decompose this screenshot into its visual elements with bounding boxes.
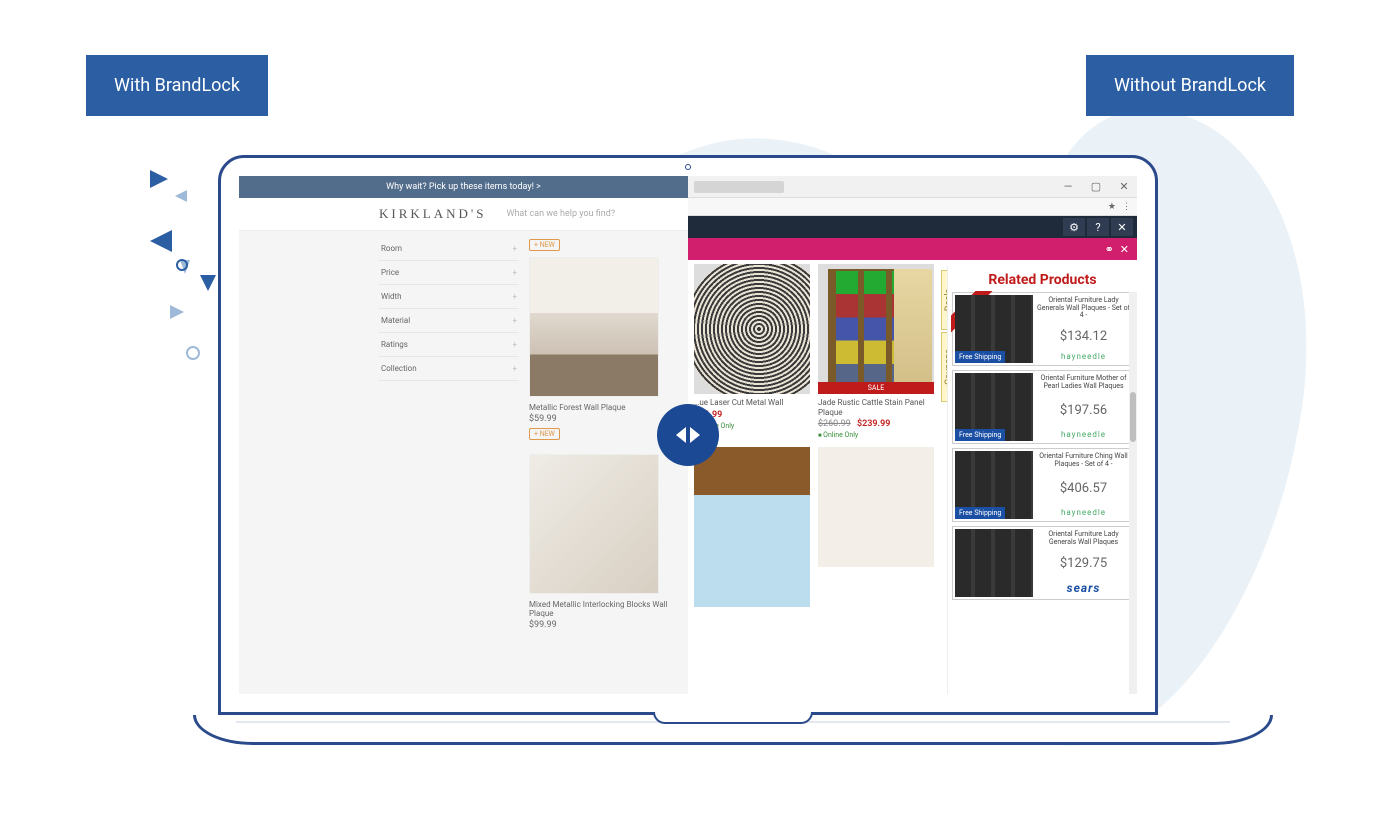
related-item[interactable]: Oriental Furniture Lady Generals Wall Pl…: [952, 526, 1133, 600]
shop-header: KIRKLAND'S What can we help you find?: [239, 198, 688, 231]
product-price: $239.99: [857, 419, 890, 429]
with-brandlock-label: With BrandLock: [86, 55, 268, 116]
product-price: $59.99: [529, 414, 678, 424]
related-item[interactable]: Best Value Oriental Furniture Lady Gener…: [952, 292, 1133, 366]
related-store: hayneedle: [1037, 508, 1130, 517]
related-thumb: [955, 529, 1033, 597]
link-icon[interactable]: ⚭: [1105, 243, 1114, 256]
filter-row[interactable]: Room+: [379, 237, 519, 261]
related-title: Oriental Furniture Ching Wall Plaques - …: [1037, 453, 1130, 468]
free-shipping-badge: Free Shipping: [955, 507, 1005, 519]
shop-logo[interactable]: KIRKLAND'S: [379, 206, 486, 222]
adware-extension-bar: ⚙ ? ✕: [688, 216, 1137, 238]
filter-row[interactable]: Ratings+: [379, 333, 519, 357]
filter-row[interactable]: Material+: [379, 309, 519, 333]
star-icon[interactable]: ★: [1108, 202, 1116, 212]
adware-pink-bar: ⚭ ✕: [688, 238, 1137, 260]
related-item[interactable]: Oriental Furniture Ching Wall Plaques - …: [952, 448, 1133, 522]
injected-related-sidebar: Related Products Best Value Oriental Fur…: [947, 266, 1137, 694]
related-store: hayneedle: [1037, 430, 1130, 439]
filter-row[interactable]: Collection+: [379, 357, 519, 381]
related-title: Oriental Furniture Lady Generals Wall Pl…: [1037, 297, 1130, 320]
browser-titlebar: — ▢ ✕: [688, 176, 1137, 198]
search-input[interactable]: What can we help you find?: [506, 209, 615, 219]
help-icon[interactable]: ?: [1087, 218, 1109, 236]
related-store: sears: [1037, 581, 1130, 595]
related-title: Oriental Furniture Lady Generals Wall Pl…: [1037, 531, 1130, 546]
laptop-notch: [653, 712, 813, 724]
product-title: Jade Rustic Cattle Stain Panel Plaque: [818, 398, 934, 417]
product-price: $99.99: [529, 620, 678, 630]
product-title: Metallic Forest Wall Plaque: [529, 403, 678, 412]
new-chip: + NEW: [529, 239, 560, 251]
product-card[interactable]: SALE Jade Rustic Cattle Stain Panel Plaq…: [818, 264, 934, 439]
without-brandlock-label: Without BrandLock: [1086, 55, 1294, 116]
browser-url-bar[interactable]: ★ ⋮: [688, 198, 1137, 216]
related-price: $129.75: [1037, 556, 1130, 571]
filter-row[interactable]: Width+: [379, 285, 519, 309]
promo-bar[interactable]: Why wait? Pick up these items today! >: [239, 176, 688, 198]
free-shipping-badge: Free Shipping: [955, 351, 1005, 363]
free-shipping-badge: Free Shipping: [955, 429, 1005, 441]
product-title: …ue Laser Cut Metal Wall: [694, 398, 810, 408]
comparison-slider-handle[interactable]: [657, 404, 719, 466]
laptop-frame: Why wait? Pick up these items today! > K…: [193, 155, 1183, 745]
chevron-right-icon: [690, 427, 700, 443]
product-card[interactable]: …ue Laser Cut Metal Wall $66.99 Online O…: [694, 264, 810, 439]
close-button[interactable]: ✕: [1117, 180, 1131, 193]
laptop-camera: [685, 164, 691, 170]
product-image[interactable]: [529, 257, 659, 397]
with-brandlock-view: Why wait? Pick up these items today! > K…: [239, 176, 688, 694]
product-strike-price: $260.99: [818, 419, 851, 429]
related-price: $406.57: [1037, 481, 1130, 496]
related-price: $134.12: [1037, 329, 1130, 344]
close-icon[interactable]: ✕: [1111, 218, 1133, 236]
close-icon[interactable]: ✕: [1120, 243, 1129, 256]
new-chip: + NEW: [529, 428, 560, 440]
related-price: $197.56: [1037, 403, 1130, 418]
product-column: + NEW Metallic Forest Wall Plaque $59.99…: [529, 237, 678, 632]
online-only-badge: Online Only: [818, 431, 934, 439]
browser-tab[interactable]: [694, 181, 784, 193]
product-title: Mixed Metallic Interlocking Blocks Wall …: [529, 600, 678, 618]
scrollbar[interactable]: [1129, 292, 1137, 694]
related-store: hayneedle: [1037, 352, 1130, 361]
product-image[interactable]: [529, 454, 659, 594]
related-heading: Related Products: [952, 272, 1133, 288]
related-item[interactable]: Oriental Furniture Mother of Pearl Ladie…: [952, 370, 1133, 444]
filter-sidebar: Room+ Price+ Width+ Material+ Ratings+ C…: [379, 237, 519, 632]
without-brandlock-view: — ▢ ✕ ★ ⋮ ⚙ ? ✕ ⚭ ✕ Deals: [688, 176, 1137, 694]
related-title: Oriental Furniture Mother of Pearl Ladie…: [1037, 375, 1130, 390]
menu-icon[interactable]: ⋮: [1122, 202, 1131, 212]
gear-icon[interactable]: ⚙: [1063, 218, 1085, 236]
sale-badge: SALE: [818, 382, 934, 394]
maximize-button[interactable]: ▢: [1089, 180, 1103, 193]
chevron-left-icon: [676, 427, 686, 443]
minimize-button[interactable]: —: [1061, 180, 1075, 193]
filter-row[interactable]: Price+: [379, 261, 519, 285]
product-card[interactable]: [694, 447, 810, 607]
product-card[interactable]: [818, 447, 934, 607]
